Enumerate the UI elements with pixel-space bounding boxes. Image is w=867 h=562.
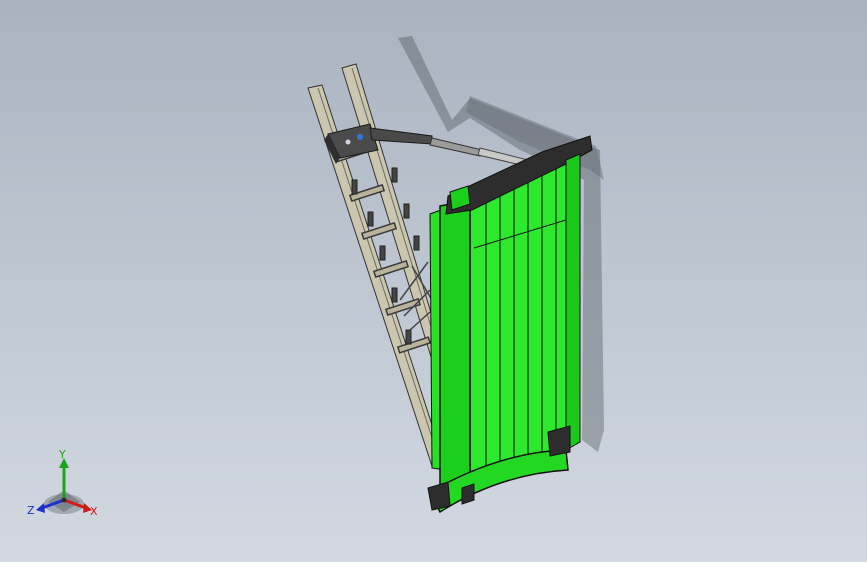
ladder-frame[interactable] [307, 63, 445, 467]
y-axis-label: Y [59, 448, 66, 461]
3d-model-view[interactable] [0, 0, 867, 562]
z-axis-label: Z [27, 504, 35, 517]
coordinate-triad: Y Z X [26, 448, 102, 520]
x-axis-label: X [90, 505, 98, 518]
z-axis-arrow-icon [36, 503, 45, 513]
cad-graphics-viewport[interactable]: Y Z X [0, 0, 867, 562]
green-door-panel[interactable] [427, 135, 593, 514]
